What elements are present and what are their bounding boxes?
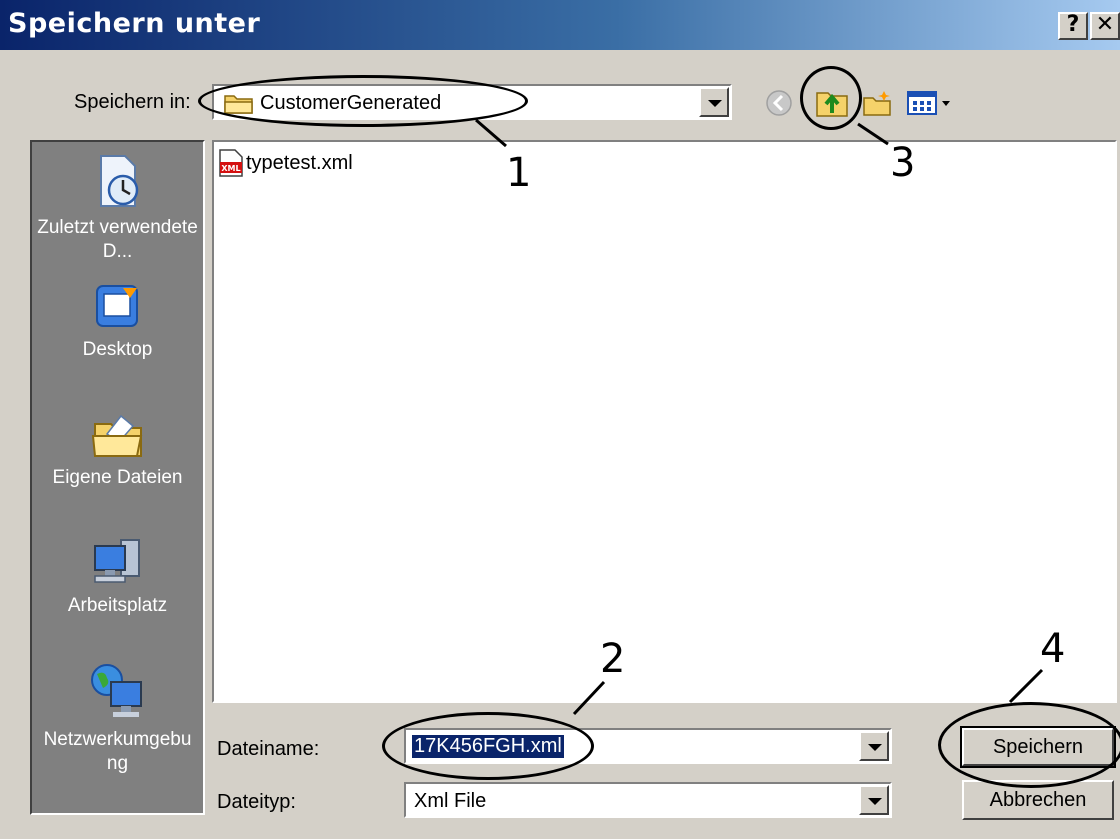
annotation-leader-lines xyxy=(475,118,1044,716)
annotation-number-4: 4 xyxy=(1040,626,1066,672)
annotation-number-2: 2 xyxy=(600,636,626,682)
annotation-number-3: 3 xyxy=(890,140,916,186)
annotation-number-1: 1 xyxy=(506,150,532,196)
